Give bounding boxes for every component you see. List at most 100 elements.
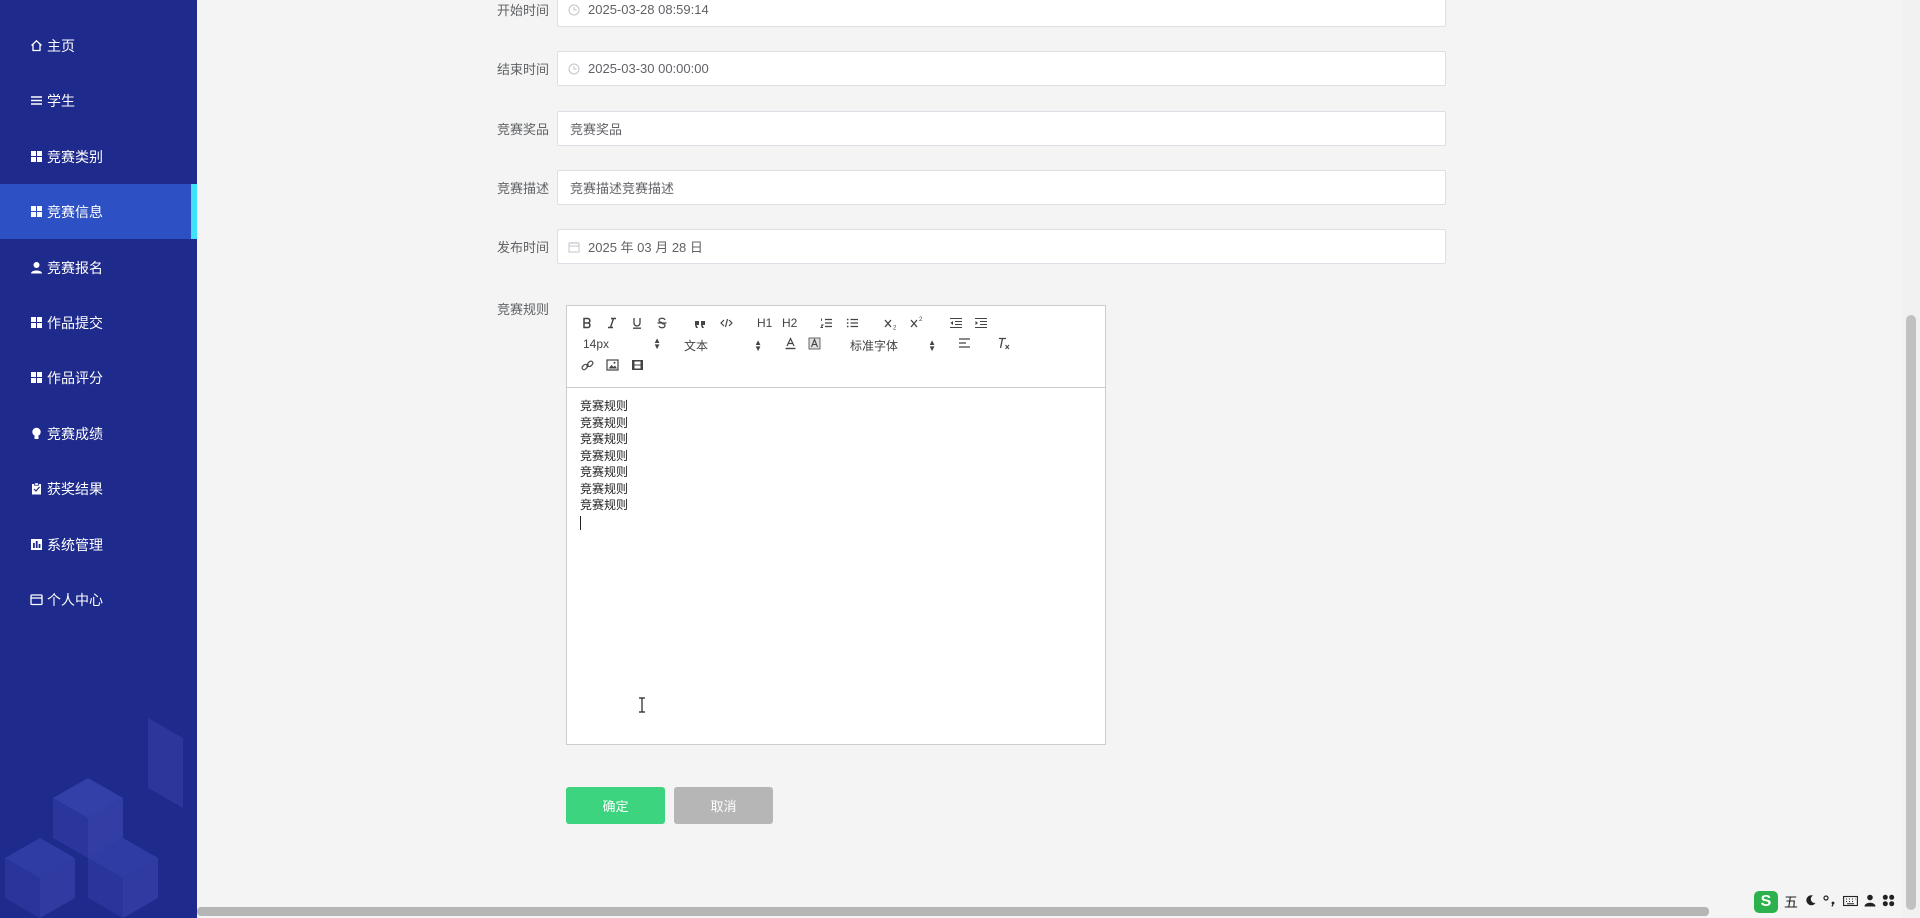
start-time-picker[interactable] bbox=[557, 0, 1446, 27]
description-field[interactable] bbox=[557, 170, 1446, 205]
indent-button[interactable] bbox=[974, 317, 988, 329]
end-time-picker[interactable] bbox=[557, 51, 1446, 86]
start-time-input[interactable] bbox=[586, 1, 1445, 18]
description-input[interactable] bbox=[568, 179, 1445, 196]
ime-toolbar[interactable]: S 五 bbox=[1754, 891, 1895, 913]
code-icon bbox=[720, 318, 733, 328]
clear-format-icon bbox=[999, 337, 1010, 350]
link-icon bbox=[581, 360, 594, 371]
sogou-logo-icon[interactable]: S bbox=[1754, 891, 1778, 913]
sidebar-item-competition-info[interactable]: 竞赛信息 bbox=[0, 184, 197, 239]
clock-icon bbox=[568, 4, 580, 16]
vertical-scrollbar[interactable] bbox=[1902, 0, 1920, 918]
sidebar-item-awards[interactable]: 获奖结果 bbox=[0, 461, 197, 516]
size-select[interactable]: 14px ▲ ▼ bbox=[583, 337, 661, 352]
end-time-input[interactable] bbox=[586, 60, 1445, 77]
confirm-button[interactable]: 确定 bbox=[566, 787, 665, 824]
clock-icon bbox=[568, 63, 580, 75]
calendar-icon bbox=[568, 241, 580, 253]
header-select[interactable]: 文本 ▲ ▼ bbox=[684, 337, 762, 354]
vertical-scrollbar-thumb[interactable] bbox=[1906, 315, 1916, 910]
align-left-icon bbox=[959, 338, 970, 348]
bold-button[interactable] bbox=[581, 317, 593, 329]
text-caret bbox=[580, 515, 581, 530]
sidebar-item-label: 个人中心 bbox=[47, 591, 103, 608]
rules-line: 竞赛规则 bbox=[580, 448, 629, 463]
prize-field[interactable] bbox=[557, 111, 1446, 146]
cancel-button[interactable]: 取消 bbox=[674, 787, 773, 824]
prize-input[interactable] bbox=[568, 120, 1445, 137]
header1-button[interactable]: H1 bbox=[757, 316, 772, 330]
font-select[interactable]: 标准字体 ▲ ▼ bbox=[850, 337, 936, 354]
sidebar-item-registration[interactable]: 竞赛报名 bbox=[0, 240, 197, 295]
bold-icon bbox=[583, 317, 591, 329]
image-button[interactable] bbox=[606, 359, 619, 371]
subscript-icon: 2 bbox=[884, 319, 897, 331]
moon-icon[interactable] bbox=[1804, 894, 1817, 910]
sidebar-item-profile[interactable]: 个人中心 bbox=[0, 572, 197, 627]
bullet-list-icon bbox=[846, 318, 858, 328]
select-arrows-icon: ▲ ▼ bbox=[754, 337, 762, 353]
rules-editor: H1 H2 2 2 14px ▲ ▼ 文本 ▲ ▼ 标准字体 ▲ ▼ 竞赛规则 … bbox=[566, 305, 1106, 745]
underline-icon bbox=[633, 318, 641, 329]
header2-button[interactable]: H2 bbox=[782, 316, 797, 330]
grid-icon bbox=[29, 316, 43, 330]
bullet-list-button[interactable] bbox=[846, 317, 859, 329]
publish-time-label: 发布时间 bbox=[496, 240, 549, 255]
background-color-button[interactable] bbox=[808, 337, 821, 350]
video-button[interactable] bbox=[631, 359, 644, 371]
sidebar-item-students[interactable]: 学生 bbox=[0, 73, 197, 128]
strike-icon bbox=[657, 317, 667, 329]
italic-button[interactable] bbox=[606, 317, 618, 329]
user-icon[interactable] bbox=[1864, 894, 1876, 910]
sidebar-item-label: 获奖结果 bbox=[47, 480, 103, 497]
outdent-button[interactable] bbox=[949, 317, 963, 329]
rules-line: 竞赛规则 bbox=[580, 415, 629, 430]
grid-icon bbox=[29, 371, 43, 385]
ime-mode[interactable]: 五 bbox=[1784, 892, 1798, 912]
svg-text:2: 2 bbox=[893, 326, 897, 331]
font-color-icon bbox=[785, 337, 796, 350]
align-select[interactable] bbox=[958, 337, 971, 349]
rules-line: 竞赛规则 bbox=[580, 498, 629, 512]
sidebar-item-results[interactable]: 竞赛成绩 bbox=[0, 406, 197, 461]
publish-date-picker[interactable] bbox=[557, 229, 1446, 264]
card-icon bbox=[29, 593, 43, 607]
editor-toolbar: H1 H2 2 2 14px ▲ ▼ 文本 ▲ ▼ 标准字体 ▲ ▼ bbox=[567, 306, 1105, 388]
sidebar-item-label: 学生 bbox=[47, 92, 75, 109]
sidebar-item-home[interactable]: 主页 bbox=[0, 18, 197, 73]
superscript-button[interactable]: 2 bbox=[910, 316, 924, 329]
link-button[interactable] bbox=[581, 359, 594, 372]
keyboard-icon[interactable] bbox=[1843, 894, 1858, 910]
rules-editor-content[interactable]: 竞赛规则 竞赛规则 竞赛规则 竞赛规则 竞赛规则 竞赛规则 竞赛规则 bbox=[567, 388, 1105, 744]
rules-line: 竞赛规则 bbox=[580, 399, 629, 413]
apps-icon[interactable] bbox=[1882, 894, 1895, 910]
sidebar-item-system[interactable]: 系统管理 bbox=[0, 517, 197, 572]
sidebar-item-label: 作品评分 bbox=[47, 369, 103, 386]
punctuation-icon[interactable] bbox=[1823, 894, 1837, 910]
text-color-button[interactable] bbox=[784, 337, 797, 350]
sidebar-item-scoring[interactable]: 作品评分 bbox=[0, 350, 197, 405]
sidebar-item-label: 竞赛类别 bbox=[47, 148, 103, 165]
subscript-button[interactable]: 2 bbox=[884, 317, 898, 330]
sidebar-item-submission[interactable]: 作品提交 bbox=[0, 295, 197, 350]
sidebar: 主页 学生 竞赛类别 竞赛信息 竞赛报名 作品提交 作品评分 竞赛成绩 获奖结果… bbox=[0, 0, 197, 918]
code-block-button[interactable] bbox=[720, 317, 733, 329]
prize-label: 竞赛奖品 bbox=[496, 122, 549, 137]
blockquote-button[interactable] bbox=[694, 317, 707, 329]
sidebar-item-competition-category[interactable]: 竞赛类别 bbox=[0, 129, 197, 184]
end-time-row: 结束时间 bbox=[480, 51, 1446, 86]
publish-date-input[interactable] bbox=[586, 238, 1445, 255]
prize-row: 竞赛奖品 bbox=[480, 111, 1446, 146]
description-row: 竞赛描述 bbox=[480, 170, 1446, 205]
underline-button[interactable] bbox=[631, 317, 643, 329]
description-label: 竞赛描述 bbox=[496, 181, 549, 196]
ordered-list-button[interactable] bbox=[820, 317, 833, 329]
clear-format-button[interactable] bbox=[997, 337, 1011, 350]
text-cursor-icon bbox=[639, 697, 645, 713]
rules-line: 竞赛规则 bbox=[580, 432, 629, 446]
start-time-label: 开始时间 bbox=[496, 3, 549, 18]
strike-button[interactable] bbox=[656, 317, 668, 329]
end-time-label: 结束时间 bbox=[496, 62, 549, 77]
horizontal-scrollbar-thumb[interactable] bbox=[197, 907, 1709, 916]
